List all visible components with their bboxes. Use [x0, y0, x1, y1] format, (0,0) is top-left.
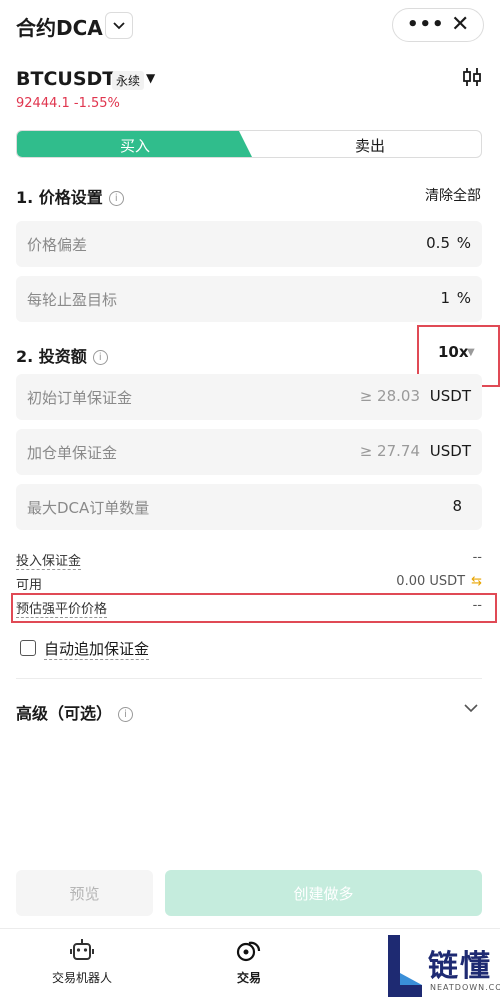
info-icon[interactable]: i [108, 191, 124, 206]
available-row: 可用 0.00 USDT ⇆ [16, 574, 482, 593]
candlestick-chart-icon[interactable] [460, 65, 484, 89]
chevron-down-icon[interactable] [105, 12, 133, 39]
field-label: 每轮止盈目标 [27, 291, 118, 309]
nav-trade[interactable]: 交易 [189, 937, 309, 986]
section-price-settings-title: 1. 价格设置 i [16, 184, 124, 208]
chevron-down-icon[interactable] [463, 700, 479, 716]
margin-row: 投入保证金 -- [16, 550, 482, 570]
change-percent: -1.55% [73, 96, 120, 111]
field-placeholder[interactable]: ≥ 28.03 [360, 387, 420, 405]
watermark-logo: 链懂 NEATDOWN.COM [386, 933, 500, 999]
symbol-selector[interactable]: BTCUSDT [16, 68, 115, 90]
field-unit: % [456, 289, 471, 307]
trade-coins-icon [236, 941, 261, 962]
field-value[interactable]: 8 [452, 497, 462, 515]
field-placeholder[interactable]: ≥ 27.74 [360, 442, 420, 460]
page-title: 合约DCA [16, 16, 103, 40]
watermark-subtext: NEATDOWN.COM [430, 983, 500, 992]
field-value[interactable]: 1 [440, 289, 450, 307]
logo-l-mark [388, 935, 422, 997]
max-dca-orders-field[interactable]: 最大DCA订单数量 8 [16, 484, 482, 530]
advanced-label: 高级（可选） [16, 704, 113, 723]
available-label: 可用 [16, 578, 43, 593]
info-icon[interactable]: i [92, 350, 108, 365]
available-value-wrap: 0.00 USDT ⇆ [396, 574, 482, 589]
margin-label[interactable]: 投入保证金 [16, 550, 82, 570]
info-icon[interactable]: i [118, 707, 134, 722]
window-controls: ••• ✕ [392, 8, 484, 42]
nav-label: 交易机器人 [51, 971, 112, 985]
price-deviation-field[interactable]: 价格偏差 0.5 % [16, 221, 482, 267]
caret-down-icon[interactable]: ▼ [146, 71, 155, 85]
header: 合约DCA ••• ✕ [0, 0, 500, 52]
price-change: 92444.1 -1.55% [16, 96, 120, 111]
transfer-icon[interactable]: ⇆ [471, 574, 482, 589]
field-label: 加仓单保证金 [27, 444, 118, 462]
preview-button[interactable]: 预览 [16, 870, 153, 916]
field-unit: USDT [429, 442, 471, 460]
add-margin-field[interactable]: 加仓单保证金 ≥ 27.74 USDT [16, 429, 482, 475]
section-title-text: 2. 投资额 [16, 347, 87, 366]
field-unit: % [456, 234, 471, 252]
margin-value: -- [472, 550, 482, 565]
side-tabs: 买入 卖出 [16, 130, 482, 158]
field-value[interactable]: 0.5 [426, 234, 450, 252]
initial-margin-field[interactable]: 初始订单保证金 ≥ 28.03 USDT [16, 374, 482, 420]
available-value: 0.00 USDT [396, 574, 466, 589]
field-label: 最大DCA订单数量 [27, 499, 150, 517]
advanced-section-toggle[interactable]: 高级（可选） i [16, 700, 134, 724]
take-profit-field[interactable]: 每轮止盈目标 1 % [16, 276, 482, 322]
divider [16, 678, 482, 679]
highlight-box [11, 593, 497, 623]
nav-trading-bot[interactable]: 交易机器人 [22, 937, 142, 986]
robot-icon [70, 939, 94, 960]
close-icon[interactable]: ✕ [451, 12, 469, 37]
field-label: 初始订单保证金 [27, 389, 133, 407]
watermark-text: 链懂 [428, 949, 492, 984]
auto-margin-label[interactable]: 自动追加保证金 [44, 638, 150, 660]
create-long-button[interactable]: 创建做多 [165, 870, 482, 916]
auto-margin-checkbox[interactable] [20, 640, 36, 656]
field-label: 价格偏差 [27, 236, 88, 254]
section-title-text: 1. 价格设置 [16, 188, 103, 207]
more-dots-icon[interactable]: ••• [407, 14, 445, 35]
clear-all-button[interactable]: 清除全部 [425, 185, 481, 205]
section-investment-title: 2. 投资额 i [16, 343, 108, 367]
contract-type-badge: 永续 [112, 71, 145, 90]
tab-sell[interactable]: 卖出 [257, 131, 481, 157]
nav-label: 交易 [236, 971, 261, 985]
last-price: 92444.1 [16, 96, 70, 111]
field-unit: USDT [429, 387, 471, 405]
tab-buy[interactable]: 买入 [17, 131, 253, 157]
